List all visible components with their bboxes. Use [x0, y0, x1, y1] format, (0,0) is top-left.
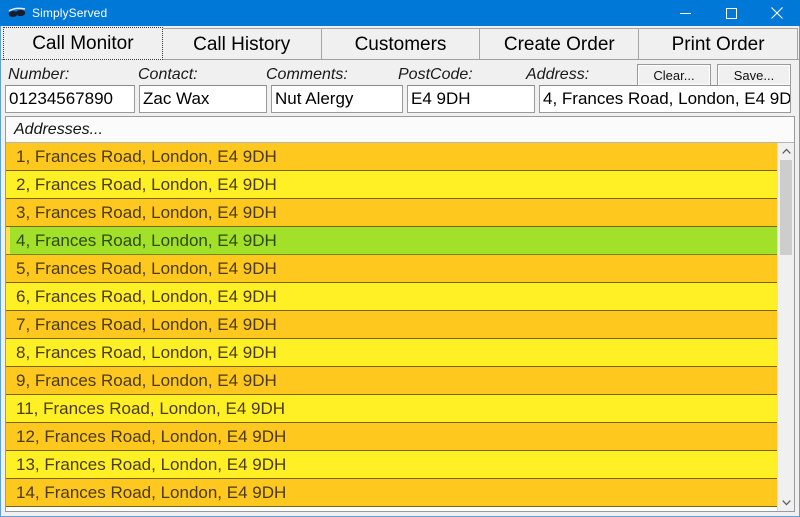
address-row[interactable]: 11, Frances Road, London, E4 9DH [6, 395, 777, 423]
maximize-button[interactable] [708, 0, 754, 26]
comments-input[interactable]: Nut Alergy [271, 85, 403, 113]
tab-label: Call Monitor [32, 33, 134, 54]
tab-print-order[interactable]: Print Order [638, 28, 798, 59]
label-postcode: PostCode: [398, 66, 473, 83]
tab-label: Print Order [671, 34, 765, 55]
tab-customers[interactable]: Customers [320, 28, 481, 59]
title-bar: SimplyServed [0, 0, 800, 26]
postcode-input[interactable]: E4 9DH [407, 85, 535, 113]
address-row[interactable]: 2, Frances Road, London, E4 9DH [6, 171, 777, 199]
customer-form: Number: Contact: Comments: PostCode: Add… [1, 60, 799, 116]
app-glasses-icon [8, 4, 26, 22]
save-button[interactable]: Save... [717, 64, 791, 86]
address-input[interactable]: 4, Frances Road, London, E4 9DH [539, 85, 791, 113]
address-row[interactable]: 12, Frances Road, London, E4 9DH [6, 423, 777, 451]
tab-strip: Call Monitor Call History Customers Crea… [1, 26, 799, 60]
address-row[interactable]: 9, Frances Road, London, E4 9DH [6, 367, 777, 395]
scroll-up-icon[interactable] [778, 143, 794, 160]
form-label-row: Number: Contact: Comments: PostCode: Add… [5, 62, 795, 86]
addresses-panel: Addresses... 1, Frances Road, London, E4… [5, 116, 795, 512]
tab-call-monitor[interactable]: Call Monitor [3, 27, 163, 60]
tab-call-history[interactable]: Call History [161, 28, 322, 59]
app-window: SimplyServed Call Monitor Call History C… [0, 0, 800, 517]
window-controls [662, 0, 800, 26]
close-button[interactable] [754, 0, 800, 26]
scroll-down-icon[interactable] [778, 494, 794, 511]
number-input[interactable]: 01234567890 [5, 85, 135, 113]
address-row[interactable]: 8, Frances Road, London, E4 9DH [6, 339, 777, 367]
window-title: SimplyServed [32, 6, 108, 20]
addresses-header: Addresses... [6, 117, 794, 143]
scroll-thumb[interactable] [780, 160, 792, 255]
address-row[interactable]: 1, Frances Road, London, E4 9DH [6, 143, 777, 171]
addresses-scrollbar[interactable] [777, 143, 794, 511]
contact-input[interactable]: Zac Wax [139, 85, 267, 113]
tab-label: Create Order [503, 34, 615, 55]
address-row[interactable]: 4, Frances Road, London, E4 9DH [6, 227, 777, 255]
tab-label: Customers [354, 34, 447, 55]
address-row[interactable]: 14, Frances Road, London, E4 9DH [6, 479, 777, 507]
address-row[interactable]: 3, Frances Road, London, E4 9DH [6, 199, 777, 227]
label-contact: Contact: [138, 66, 198, 83]
address-row[interactable]: 5, Frances Road, London, E4 9DH [6, 255, 777, 283]
tab-label: Call History [193, 34, 291, 55]
clear-button[interactable]: Clear... [637, 64, 711, 86]
tab-create-order[interactable]: Create Order [479, 28, 640, 59]
addresses-list[interactable]: 1, Frances Road, London, E4 9DH 2, France… [6, 143, 777, 511]
addresses-body: 1, Frances Road, London, E4 9DH 2, France… [6, 143, 794, 511]
label-number: Number: [8, 66, 70, 83]
form-input-row: 01234567890 Zac Wax Nut Alergy E4 9DH 4,… [5, 85, 795, 113]
label-comments: Comments: [266, 66, 348, 83]
scroll-track[interactable] [778, 160, 794, 494]
minimize-button[interactable] [662, 0, 708, 26]
address-row[interactable]: 13, Frances Road, London, E4 9DH [6, 451, 777, 479]
address-row[interactable]: 7, Frances Road, London, E4 9DH [6, 311, 777, 339]
address-row[interactable]: 6, Frances Road, London, E4 9DH [6, 283, 777, 311]
form-buttons: Clear... Save... [637, 64, 791, 86]
